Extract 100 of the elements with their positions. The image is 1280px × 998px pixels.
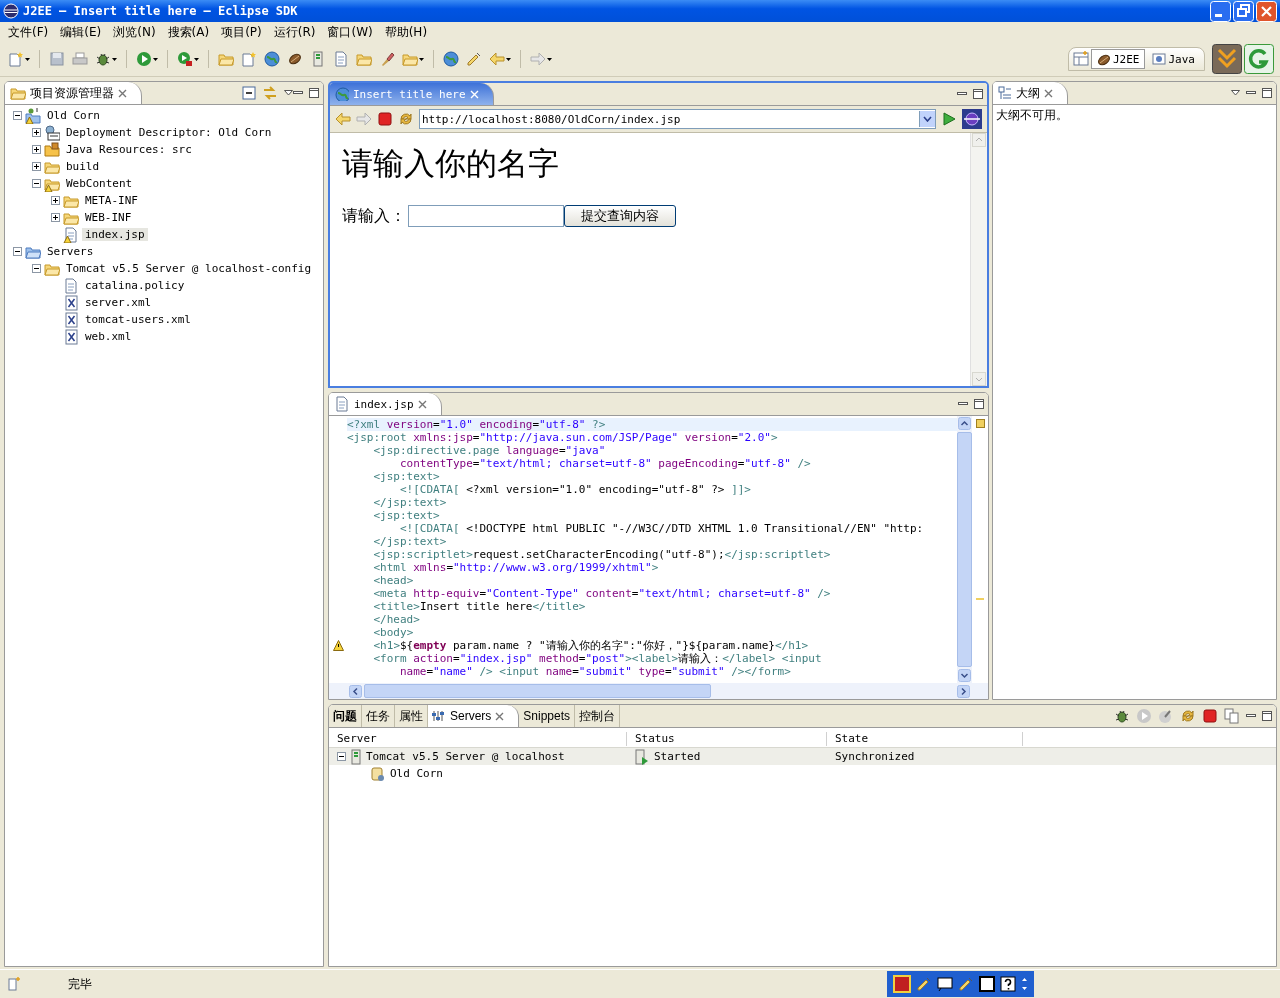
- menu-item[interactable]: 浏览(N): [107, 22, 162, 42]
- tree-item[interactable]: build: [63, 160, 103, 173]
- tree-item[interactable]: Servers: [44, 245, 97, 258]
- scrollbar-thumb[interactable]: [957, 432, 972, 667]
- scroll-left-icon[interactable]: [349, 684, 362, 698]
- options-icon[interactable]: [1021, 976, 1028, 992]
- tree-item[interactable]: Java Resources: src: [63, 143, 195, 156]
- server-list-icon[interactable]: [1224, 708, 1240, 724]
- view-tab[interactable]: 大纲: [993, 82, 1068, 104]
- tree-item[interactable]: META-INF: [82, 194, 141, 207]
- view-tab[interactable]: Servers: [428, 705, 520, 727]
- help-icon[interactable]: [1000, 976, 1016, 992]
- bug-icon[interactable]: [95, 51, 111, 67]
- tree-item[interactable]: tomcat-users.xml: [82, 313, 194, 326]
- ime-icon[interactable]: [893, 975, 911, 993]
- download-arrows-icon[interactable]: [1212, 44, 1242, 74]
- speech-icon[interactable]: [937, 976, 953, 992]
- globe-icon[interactable]: [264, 51, 280, 67]
- minimize-icon[interactable]: [1210, 0, 1231, 22]
- globe-icon[interactable]: [443, 51, 459, 67]
- publish-icon[interactable]: [1180, 708, 1196, 724]
- server-icon[interactable]: [310, 51, 326, 67]
- handwriting-icon[interactable]: [958, 976, 974, 992]
- menu-item[interactable]: 搜索(A): [161, 22, 216, 42]
- caret-icon[interactable]: [112, 57, 117, 61]
- close-icon[interactable]: [495, 711, 505, 721]
- expand-toggle-icon[interactable]: [32, 145, 41, 154]
- view-tab[interactable]: 项目资源管理器: [5, 82, 142, 104]
- collapse-toggle-icon[interactable]: [32, 264, 41, 273]
- close-icon[interactable]: [1044, 88, 1053, 98]
- column-header[interactable]: Status: [627, 731, 827, 746]
- caret-icon[interactable]: [25, 57, 30, 61]
- view-tab[interactable]: 问题: [329, 705, 362, 727]
- maximize-icon[interactable]: [1262, 88, 1272, 98]
- menu-item[interactable]: 窗口(W): [321, 22, 379, 42]
- collapse-toggle-icon[interactable]: [13, 247, 22, 256]
- menu-item[interactable]: 帮助(H): [378, 22, 434, 42]
- scroll-right-icon[interactable]: [957, 684, 970, 698]
- maximize-icon[interactable]: [973, 89, 983, 99]
- view-menu-icon[interactable]: [284, 90, 293, 96]
- close-icon[interactable]: [417, 399, 427, 409]
- tree-item[interactable]: WebContent: [63, 177, 136, 190]
- close-icon[interactable]: [118, 88, 127, 98]
- pen-icon[interactable]: [466, 51, 482, 67]
- tree-item[interactable]: server.xml: [82, 296, 155, 309]
- submit-button[interactable]: 提交查询内容: [564, 205, 676, 227]
- dropdown-icon[interactable]: [923, 116, 932, 122]
- table-row[interactable]: Old Corn: [329, 765, 1276, 782]
- view-tab[interactable]: 任务: [362, 705, 395, 727]
- expand-toggle-icon[interactable]: [51, 213, 60, 222]
- editor-tab[interactable]: index.jsp: [329, 393, 442, 415]
- pen-icon[interactable]: [916, 976, 932, 992]
- caret-icon[interactable]: [419, 57, 424, 61]
- collapse-toggle-icon[interactable]: [13, 111, 22, 120]
- window-icon[interactable]: [979, 976, 995, 992]
- menu-item[interactable]: 项目(P): [215, 22, 268, 42]
- view-menu-icon[interactable]: [1231, 90, 1240, 96]
- scroll-up-icon[interactable]: [958, 417, 971, 430]
- column-header[interactable]: State: [827, 731, 1023, 746]
- expand-toggle-icon[interactable]: [32, 162, 41, 171]
- maximize-icon[interactable]: [309, 88, 319, 98]
- view-tab[interactable]: 控制台: [575, 705, 621, 727]
- menu-item[interactable]: 文件(F): [2, 22, 55, 42]
- collapse-toggle-icon[interactable]: [337, 752, 346, 761]
- scrollbar-thumb[interactable]: [364, 684, 711, 698]
- table-row[interactable]: Tomcat v5.5 Server @ localhost Started Synchronized: [329, 748, 1276, 765]
- tree-item[interactable]: Old Corn: [44, 109, 103, 122]
- orbit-icon[interactable]: [962, 109, 982, 129]
- expand-toggle-icon[interactable]: [51, 196, 60, 205]
- maximize-icon[interactable]: [974, 399, 984, 409]
- tree-item[interactable]: index.jsp: [82, 228, 148, 241]
- refresh-icon[interactable]: [398, 111, 414, 127]
- document-icon[interactable]: [333, 51, 349, 67]
- tree-item[interactable]: web.xml: [82, 330, 135, 343]
- bug-icon[interactable]: [1114, 708, 1130, 724]
- run-icon[interactable]: [136, 51, 152, 67]
- collapse-all-icon[interactable]: [242, 86, 256, 100]
- perspective-button[interactable]: J2EE: [1091, 49, 1145, 69]
- caret-icon[interactable]: [547, 57, 552, 61]
- open-perspective-icon[interactable]: [1073, 51, 1089, 67]
- name-input-field[interactable]: [408, 205, 564, 227]
- tree-item[interactable]: Deployment Descriptor: Old Corn: [63, 126, 275, 139]
- run-external-icon[interactable]: [177, 51, 193, 67]
- expand-toggle-icon[interactable]: [32, 128, 41, 137]
- tree-item[interactable]: WEB-INF: [82, 211, 135, 224]
- stop-icon[interactable]: [1202, 708, 1218, 724]
- scroll-down-icon[interactable]: [958, 669, 971, 682]
- caret-icon[interactable]: [506, 57, 511, 61]
- view-tab[interactable]: Snippets: [519, 705, 576, 727]
- perspective-button[interactable]: Java: [1146, 49, 1200, 69]
- restore-icon[interactable]: [1233, 0, 1254, 22]
- stop-icon[interactable]: [377, 111, 393, 127]
- menu-item[interactable]: 运行(R): [267, 22, 322, 42]
- coffee-bean-icon[interactable]: [287, 51, 303, 67]
- caret-icon[interactable]: [153, 57, 158, 61]
- maximize-icon[interactable]: [1262, 711, 1272, 721]
- caret-icon[interactable]: [194, 57, 199, 61]
- brush-icon[interactable]: [379, 51, 395, 67]
- profile-icon[interactable]: [1158, 708, 1174, 724]
- column-header[interactable]: Server: [329, 731, 627, 746]
